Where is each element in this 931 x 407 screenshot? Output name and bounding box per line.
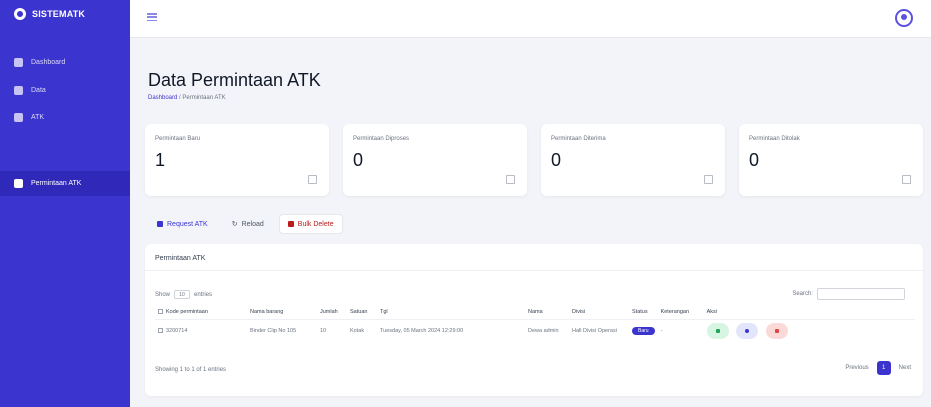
sidebar-item-atk[interactable]: ATK <box>14 113 44 122</box>
external-link-icon[interactable] <box>704 175 713 184</box>
col-status[interactable]: Status <box>629 306 658 320</box>
stat-card-value: 0 <box>749 150 760 170</box>
stat-card-label: Permintaan Baru <box>155 136 201 142</box>
status-badge: Baru <box>632 326 655 335</box>
external-link-icon[interactable] <box>308 175 317 184</box>
col-jumlah[interactable]: Jumlah <box>317 306 347 320</box>
atk-icon <box>14 113 23 122</box>
document-icon <box>14 179 23 188</box>
stat-card-diproses: Permintaan Diproses 0 <box>343 124 527 196</box>
menu-toggle-icon[interactable] <box>146 11 158 23</box>
divider <box>145 270 923 271</box>
entries-select[interactable]: 10 <box>174 290 191 299</box>
sidebar-item-label: Permintaan ATK <box>31 180 82 187</box>
pagination: Previous 1 Next <box>845 361 911 375</box>
request-atk-label: Request ATK <box>167 220 208 228</box>
col-kode[interactable]: Kode permintaan <box>155 306 247 320</box>
cell-nama-barang: Binder Clip No 105 <box>250 327 297 334</box>
delete-button[interactable] <box>765 322 788 339</box>
previous-page-link[interactable]: Previous <box>845 365 868 371</box>
bulk-delete-label: Bulk Delete <box>297 220 334 228</box>
search-input[interactable] <box>817 288 905 300</box>
brand[interactable]: SISTEMATK <box>14 8 85 20</box>
external-link-icon[interactable] <box>902 175 911 184</box>
cell-nama: Dewa admin <box>528 327 559 334</box>
stat-card-diterima: Permintaan Diterima 0 <box>541 124 725 196</box>
requests-panel: Permintaan ATK Show 10 entries Search: K… <box>145 244 923 396</box>
stat-card-baru: Permintaan Baru 1 <box>145 124 329 196</box>
sidebar-item-label: Dashboard <box>31 59 66 66</box>
reload-label: Reload <box>241 220 264 228</box>
col-divisi[interactable]: Divisi <box>569 306 629 320</box>
breadcrumb-home[interactable]: Dashboard <box>148 95 177 101</box>
kode-value: 3200714 <box>166 327 188 334</box>
page-number-button[interactable]: 1 <box>876 361 891 375</box>
stat-card-value: 1 <box>155 150 166 170</box>
header-label: Kode permintaan <box>166 309 208 316</box>
show-label: Show <box>155 291 171 298</box>
col-satuan[interactable]: Satuan <box>347 306 377 320</box>
cell-divisi: Hall Divisi Operasi <box>572 327 617 334</box>
cell-jumlah: 10 <box>320 327 327 334</box>
stat-card-label: Permintaan Ditolak <box>749 136 800 142</box>
stat-card-value: 0 <box>353 150 364 170</box>
search-label: Search: <box>792 291 813 297</box>
bulk-delete-button[interactable]: Bulk Delete <box>278 214 343 234</box>
user-avatar-icon[interactable] <box>895 9 913 27</box>
action-bar: Request ATK ↻ Reload Bulk Delete <box>148 214 343 234</box>
external-link-icon[interactable] <box>506 175 515 184</box>
table-header-row: Kode permintaan Nama barang Jumlah Satua… <box>155 306 915 320</box>
sidebar-item-data[interactable]: Data <box>14 86 46 95</box>
table-row: 3200714 Binder Clip No 105 10 Kotak Tues… <box>155 319 915 342</box>
cell-aksi <box>704 319 915 342</box>
dashboard-icon <box>14 58 23 67</box>
page-title: Data Permintaan ATK <box>148 70 321 90</box>
user-plus-icon <box>157 221 163 227</box>
stat-card-value: 0 <box>551 150 562 170</box>
cell-tgl: Tuesday, 05 March 2024 12:29:00 <box>380 327 464 334</box>
table-info: Showing 1 to 1 of 1 entries <box>155 367 227 373</box>
logo-icon <box>14 8 26 20</box>
cell-satuan: Kotak <box>350 327 365 334</box>
search-control: Search: <box>792 288 905 300</box>
view-button[interactable] <box>736 322 759 339</box>
stat-card-label: Permintaan Diproses <box>353 136 410 142</box>
trash-icon <box>287 221 294 227</box>
breadcrumb-current: Permintaan ATK <box>182 95 226 101</box>
col-keterangan[interactable]: Keterangan <box>657 306 704 320</box>
row-checkbox[interactable] <box>158 327 163 333</box>
cell-keterangan: - <box>660 327 663 334</box>
sidebar-item-label: Data <box>31 87 46 94</box>
sidebar-item-permintaan-atk[interactable]: Permintaan ATK <box>0 171 130 196</box>
sidebar: SISTEMATK Dashboard Data ATK Permintaan … <box>0 0 130 407</box>
reload-button[interactable]: ↻ Reload <box>223 214 273 234</box>
panel-title: Permintaan ATK <box>155 255 206 262</box>
request-atk-button[interactable]: Request ATK <box>148 214 217 234</box>
stat-card-ditolak: Permintaan Ditolak 0 <box>739 124 923 196</box>
col-nama[interactable]: Nama <box>525 306 569 320</box>
requests-table: Kode permintaan Nama barang Jumlah Satua… <box>155 306 915 342</box>
entries-control: Show 10 entries <box>155 290 212 299</box>
cell-status: Baru <box>629 319 658 342</box>
entries-label: entries <box>194 291 213 298</box>
col-nama-barang[interactable]: Nama barang <box>247 306 317 320</box>
topbar <box>130 0 931 38</box>
breadcrumb: Dashboard / Permintaan ATK <box>148 95 226 101</box>
stat-card-label: Permintaan Diterima <box>551 136 606 142</box>
brand-name: SISTEMATK <box>32 9 86 19</box>
select-all-checkbox[interactable] <box>158 309 163 315</box>
col-aksi: Aksi <box>703 306 915 320</box>
cell-kode: 3200714 <box>155 319 247 342</box>
sidebar-item-label: ATK <box>31 114 45 121</box>
data-icon <box>14 86 23 95</box>
sidebar-item-dashboard[interactable]: Dashboard <box>14 58 65 67</box>
approve-button[interactable] <box>706 322 729 339</box>
refresh-icon: ↻ <box>231 221 238 228</box>
next-page-link[interactable]: Next <box>899 365 911 371</box>
col-tgl[interactable]: Tgl <box>377 306 525 320</box>
